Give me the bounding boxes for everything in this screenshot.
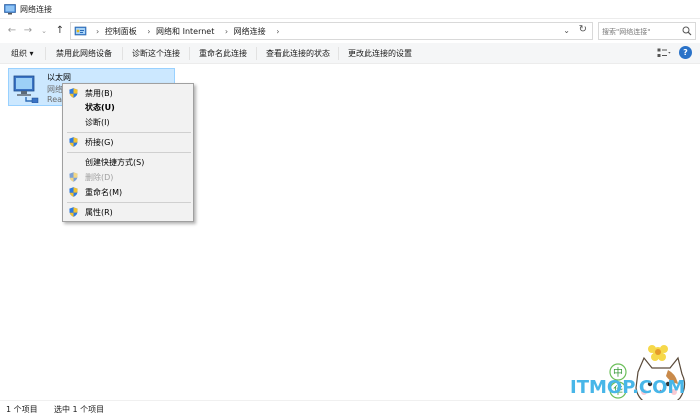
- menu-separator: [67, 202, 191, 203]
- search-input[interactable]: [602, 25, 682, 38]
- breadcrumb-control-panel[interactable]: 控制面板: [105, 27, 137, 36]
- divider: [122, 47, 123, 60]
- breadcrumb-separator[interactable]: ›: [225, 27, 228, 36]
- menu-item-bridge[interactable]: 桥接(G): [63, 135, 193, 149]
- connection-device-name: Rea: [47, 95, 63, 104]
- menu-item-label: 状态(U): [85, 103, 115, 112]
- menu-separator: [67, 152, 191, 153]
- breadcrumb-separator[interactable]: ›: [96, 27, 99, 36]
- chevron-down-icon[interactable]: ⌄: [37, 24, 51, 38]
- uac-shield-icon: [69, 172, 78, 182]
- menu-item-label: 诊断(I): [85, 118, 110, 127]
- menu-separator: [67, 132, 191, 133]
- uac-shield-icon: [69, 187, 78, 197]
- help-icon[interactable]: ?: [679, 46, 692, 59]
- menu-item-label: 创建快捷方式(S): [85, 158, 145, 167]
- menu-item-status[interactable]: 状态(U): [63, 100, 193, 114]
- breadcrumb-network-connections[interactable]: 网络连接: [234, 27, 266, 36]
- menu-item-label: 删除(D): [85, 173, 114, 182]
- disable-device-button[interactable]: 禁用此网络设备: [56, 48, 112, 59]
- menu-item-properties[interactable]: 属性(R): [63, 205, 193, 219]
- menu-item-label: 桥接(G): [85, 138, 114, 147]
- window-title: 网络连接: [20, 5, 52, 14]
- divider: [189, 47, 190, 60]
- menu-item-create-shortcut[interactable]: 创建快捷方式(S): [63, 155, 193, 169]
- menu-item-label: 禁用(B): [85, 89, 113, 98]
- search-box[interactable]: [598, 22, 696, 40]
- uac-shield-icon: [69, 137, 78, 147]
- menu-item-label: 重命名(M): [85, 188, 123, 197]
- status-bar: 1 个项目 选中 1 个项目: [0, 400, 700, 416]
- uac-shield-icon: [69, 207, 78, 217]
- network-connections-icon: [4, 4, 16, 15]
- command-bar: 组织 ▾ 禁用此网络设备 诊断这个连接 重命名此连接 查看此连接的状态 更改此连…: [0, 43, 700, 64]
- divider: [338, 47, 339, 60]
- breadcrumb-separator[interactable]: ›: [147, 27, 150, 36]
- breadcrumb-separator[interactable]: ›: [276, 27, 279, 36]
- connection-name: 以太网: [47, 73, 71, 82]
- item-count: 1 个项目: [6, 405, 38, 414]
- diagnose-button[interactable]: 诊断这个连接: [132, 48, 180, 59]
- arrow-up-icon[interactable]: ↑: [53, 24, 67, 38]
- rename-button[interactable]: 重命名此连接: [199, 48, 247, 59]
- menu-item-delete: 删除(D): [63, 170, 193, 184]
- watermark-text: ITMOP.COM: [570, 377, 686, 398]
- address-bar[interactable]: › 控制面板 › 网络和 Internet › 网络连接 › ⌄ ↻: [70, 22, 593, 40]
- change-settings-button[interactable]: 更改此连接的设置: [348, 48, 412, 59]
- uac-shield-icon: [69, 88, 78, 98]
- breadcrumb-network-internet[interactable]: 网络和 Internet: [156, 27, 214, 36]
- arrow-right-icon[interactable]: →: [21, 24, 35, 38]
- selected-count: 选中 1 个项目: [54, 405, 105, 414]
- organize-button[interactable]: 组织 ▾: [11, 48, 34, 59]
- search-icon[interactable]: [682, 26, 692, 36]
- menu-item-rename[interactable]: 重命名(M): [63, 185, 193, 199]
- address-history-dropdown-icon[interactable]: ⌄: [563, 26, 570, 35]
- context-menu: 禁用(B) 状态(U) 诊断(I) 桥接(G) 创建快捷方式(S) 删除(D): [62, 83, 194, 222]
- control-panel-icon: [74, 26, 87, 36]
- arrow-left-icon[interactable]: ←: [5, 24, 19, 38]
- menu-item-label: 属性(R): [85, 208, 113, 217]
- refresh-icon[interactable]: ↻: [579, 24, 587, 35]
- ethernet-adapter-icon: [13, 75, 39, 103]
- connection-network-status: 网络: [47, 85, 63, 94]
- view-status-button[interactable]: 查看此连接的状态: [266, 48, 330, 59]
- menu-item-diagnose[interactable]: 诊断(I): [63, 115, 193, 129]
- divider: [256, 47, 257, 60]
- navigation-row: ← → ⌄ ↑ › 控制面板 › 网络和 Internet › 网络连接 › ⌄…: [0, 20, 700, 42]
- change-view-icon[interactable]: [657, 48, 671, 59]
- menu-item-disable[interactable]: 禁用(B): [63, 86, 193, 100]
- divider: [45, 47, 46, 60]
- title-bar: 网络连接: [0, 0, 700, 19]
